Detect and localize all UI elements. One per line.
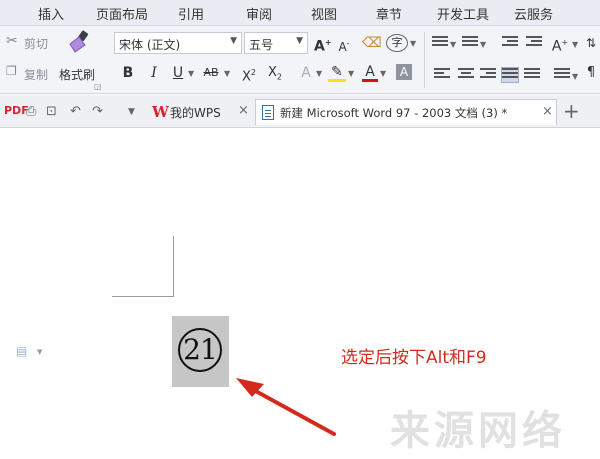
text-direction-icon[interactable]: A+ bbox=[550, 33, 570, 55]
chevron-down-icon[interactable]: ▼ bbox=[37, 348, 42, 356]
tab-list-dropdown-icon[interactable]: ▼ bbox=[128, 107, 135, 117]
chevron-down-icon[interactable]: ▼ bbox=[316, 69, 322, 78]
close-icon[interactable]: × bbox=[238, 103, 249, 118]
superscript-icon[interactable]: X2 bbox=[240, 63, 258, 84]
chevron-down-icon[interactable]: ▼ bbox=[348, 69, 354, 78]
underline-icon[interactable]: U bbox=[170, 63, 186, 83]
menu-view[interactable]: 视图 bbox=[311, 4, 337, 23]
chevron-down-icon[interactable]: ▼ bbox=[224, 69, 230, 78]
wps-logo-icon: W bbox=[152, 103, 169, 121]
italic-icon[interactable]: I bbox=[146, 63, 162, 83]
sort-icon[interactable]: ⇅ bbox=[584, 33, 598, 53]
cut-button[interactable]: 剪切 bbox=[24, 35, 48, 52]
chevron-down-icon: ▼ bbox=[296, 36, 303, 46]
enclosed-character[interactable]: 21 bbox=[178, 328, 222, 372]
chevron-down-icon[interactable]: ▼ bbox=[572, 40, 578, 49]
chevron-down-icon[interactable]: ▼ bbox=[380, 69, 386, 78]
increase-indent-icon[interactable] bbox=[526, 36, 542, 50]
bold-icon[interactable]: B bbox=[120, 63, 136, 83]
menu-cloud[interactable]: 云服务 bbox=[514, 4, 553, 23]
page-margin-corner bbox=[112, 296, 174, 297]
chevron-down-icon: ▼ bbox=[230, 36, 237, 46]
ribbon: ✂ 剪切 ❐ 复制 格式刷 ◲ 宋体 (正文) ▼ 五号 ▼ A+ A- ⌫ 字… bbox=[0, 26, 600, 94]
document-canvas[interactable] bbox=[0, 129, 600, 459]
font-size-select[interactable]: 五号 ▼ bbox=[244, 32, 308, 54]
align-center-icon[interactable] bbox=[458, 68, 474, 82]
menu-bar: 插入 页面布局 引用 审阅 视图 章节 开发工具 云服务 bbox=[0, 0, 600, 26]
text-effect-icon[interactable]: A bbox=[298, 63, 314, 83]
undo-icon[interactable]: ↶ bbox=[70, 104, 81, 119]
decrease-indent-icon[interactable] bbox=[502, 36, 518, 50]
menu-review[interactable]: 审阅 bbox=[246, 4, 272, 23]
clipboard-launcher-icon[interactable]: ◲ bbox=[94, 82, 102, 91]
menu-chapter[interactable]: 章节 bbox=[376, 4, 402, 23]
tab-document[interactable]: 新建 Microsoft Word 97 - 2003 文档 (3) * × bbox=[255, 99, 557, 125]
close-icon[interactable]: × bbox=[542, 104, 553, 119]
subscript-icon[interactable]: X2 bbox=[266, 63, 284, 83]
annotation-text: 选定后按下Alt和F9 bbox=[341, 348, 487, 368]
copy-button[interactable]: 复制 bbox=[24, 66, 48, 83]
cut-icon[interactable]: ✂ bbox=[6, 33, 18, 49]
shrink-font-icon[interactable]: A- bbox=[336, 34, 352, 54]
page-margin-corner bbox=[173, 236, 174, 297]
chevron-down-icon[interactable]: ▼ bbox=[188, 69, 194, 78]
menu-developer[interactable]: 开发工具 bbox=[437, 4, 489, 23]
grow-font-icon[interactable]: A+ bbox=[314, 33, 332, 55]
phonetic-guide-icon[interactable]: 字 bbox=[386, 34, 408, 52]
document-icon bbox=[262, 105, 274, 120]
tab-my-wps[interactable]: W 我的WPS × bbox=[146, 99, 254, 125]
tab-my-wps-label: 我的WPS bbox=[170, 106, 221, 120]
clear-format-icon[interactable]: ⌫ bbox=[362, 33, 382, 53]
distributed-align-icon[interactable] bbox=[524, 68, 540, 82]
menu-references[interactable]: 引用 bbox=[178, 4, 204, 23]
format-painter-button[interactable]: 格式刷 bbox=[59, 66, 95, 83]
copy-icon[interactable]: ❐ bbox=[6, 64, 17, 78]
numbered-list-icon[interactable] bbox=[462, 36, 478, 50]
tab-document-label: 新建 Microsoft Word 97 - 2003 文档 (3) * bbox=[280, 106, 508, 120]
paragraph-mark-icon[interactable]: ¶ bbox=[584, 63, 598, 83]
chevron-down-icon[interactable]: ▼ bbox=[572, 72, 578, 81]
chevron-down-icon[interactable]: ▼ bbox=[450, 40, 456, 49]
pdf-icon[interactable]: PDF bbox=[4, 104, 29, 117]
print-preview-icon[interactable]: ⊡ bbox=[46, 104, 57, 119]
format-painter-icon[interactable] bbox=[66, 30, 94, 56]
line-spacing-icon[interactable] bbox=[554, 68, 570, 82]
tab-bar: PDF ⎙ ⊡ ↶ ↷ ▼ W 我的WPS × 新建 Microsoft Wor… bbox=[0, 95, 600, 128]
highlight-icon[interactable]: ✎ bbox=[328, 62, 346, 82]
chevron-down-icon[interactable]: ▼ bbox=[410, 39, 416, 48]
font-name-select[interactable]: 宋体 (正文) ▼ bbox=[114, 32, 242, 54]
print-icon[interactable]: ⎙ bbox=[26, 104, 36, 119]
font-color-icon[interactable]: A bbox=[362, 62, 378, 82]
justify-icon[interactable] bbox=[501, 67, 519, 83]
strikethrough-icon[interactable]: AB bbox=[200, 63, 222, 83]
chevron-down-icon[interactable]: ▼ bbox=[480, 40, 486, 49]
document-map-icon[interactable]: ▤ bbox=[16, 344, 27, 358]
divider bbox=[424, 32, 425, 88]
redo-icon[interactable]: ↷ bbox=[92, 104, 103, 119]
new-tab-icon[interactable]: + bbox=[563, 99, 580, 123]
font-name-value: 宋体 (正文) bbox=[119, 38, 181, 52]
menu-insert[interactable]: 插入 bbox=[38, 4, 64, 23]
menu-page-layout[interactable]: 页面布局 bbox=[96, 4, 148, 23]
font-size-value: 五号 bbox=[249, 38, 274, 52]
bullet-list-icon[interactable] bbox=[432, 36, 448, 50]
align-right-icon[interactable] bbox=[480, 68, 496, 82]
align-left-icon[interactable] bbox=[434, 68, 450, 82]
character-shading-icon[interactable]: A bbox=[396, 64, 412, 80]
